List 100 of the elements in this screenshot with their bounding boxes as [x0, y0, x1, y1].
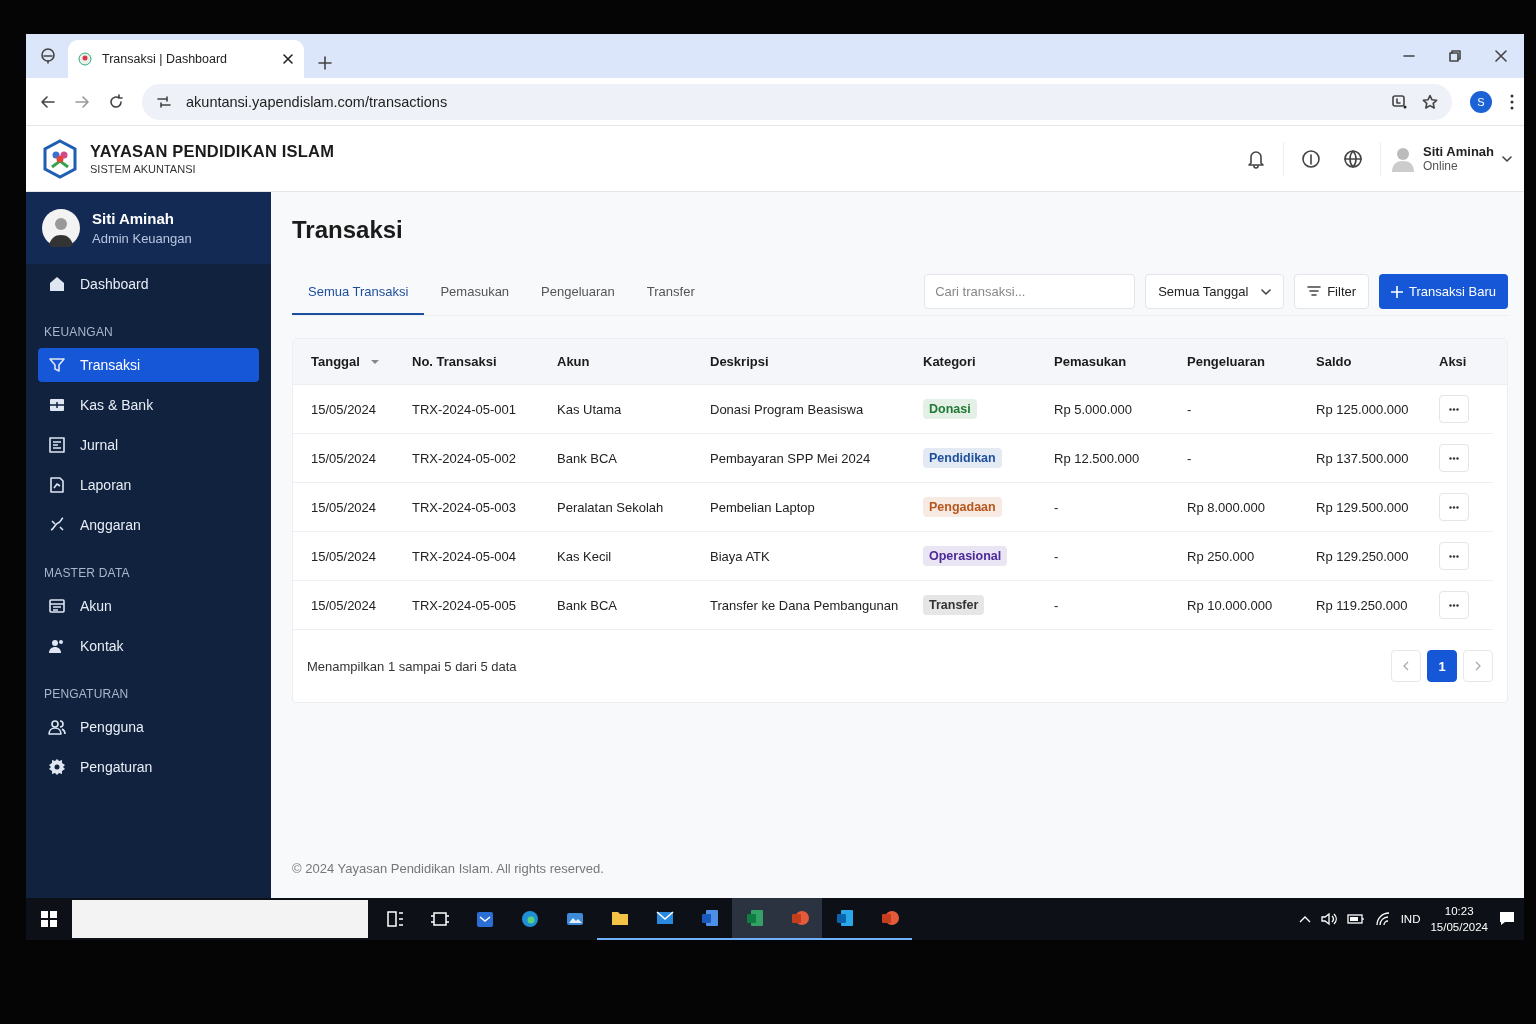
more-icon	[1449, 456, 1459, 460]
table-cell-text: 15/05/2024	[311, 597, 378, 613]
table-cell-text: Kas Kecil	[557, 548, 613, 564]
category-badge: Pengadaan	[923, 497, 1002, 517]
address-bar[interactable]: akuntansi.yapendislam.com/transactions	[142, 83, 1452, 120]
clock-date[interactable]: 15/05/2024	[1430, 921, 1488, 933]
taskbar-app[interactable]	[777, 898, 822, 940]
site-settings-icon[interactable]	[156, 93, 172, 110]
sidebar-item[interactable]: Jurnal	[38, 428, 259, 462]
journal-icon	[48, 436, 66, 454]
date-dropdown[interactable]: Semua Tanggal	[1145, 274, 1285, 309]
menu-icon[interactable]	[1510, 93, 1514, 110]
bell-icon[interactable]	[1246, 148, 1265, 169]
table-cell-text: Transfer ke Dana Pembangunan	[710, 597, 900, 613]
chevron-right-icon	[1475, 661, 1481, 671]
reload-icon[interactable]	[108, 93, 124, 110]
avatar-icon	[42, 209, 80, 247]
column-header: No. Transaksi	[412, 354, 497, 369]
logo-icon	[42, 138, 78, 179]
more-icon	[1449, 407, 1459, 411]
column-header: Kategori	[923, 354, 976, 369]
sidebar-item[interactable]: Kontak	[38, 629, 259, 663]
category-badge: Transfer	[923, 595, 985, 615]
sidebar-item[interactable]: Dashboard	[38, 267, 259, 301]
star-icon[interactable]	[1422, 93, 1438, 110]
battery-icon[interactable]	[1346, 914, 1365, 924]
table-cell-text: Donasi Program Beasiswa	[710, 401, 865, 417]
table-cell-text: Pembelian Laptop	[710, 499, 816, 515]
table-cell-text: 15/05/2024	[311, 401, 378, 417]
tab[interactable]: Transfer	[630, 284, 711, 315]
taskbar-search-field[interactable]	[72, 900, 368, 938]
table-cell-text: TRX-2024-05-001	[412, 401, 518, 417]
table-cell-text: Bank BCA	[557, 597, 618, 613]
task-view-icon	[384, 909, 405, 929]
table-cell-text: Rp 137.500.000	[1316, 450, 1410, 466]
table-cell-text: Peralatan Sekolah	[557, 499, 665, 515]
sidebar-item[interactable]: Transaksi	[38, 348, 259, 382]
column-header: Akun	[557, 354, 590, 369]
back-icon[interactable]	[40, 93, 56, 110]
sidebar-item[interactable]: Kas & Bank	[38, 388, 259, 422]
globe-icon[interactable]	[1343, 149, 1362, 168]
chevron-down-icon[interactable]	[1502, 155, 1512, 162]
table-cell-text: TRX-2024-05-004	[412, 548, 518, 564]
filter-button[interactable]: Filter	[1294, 274, 1370, 309]
sort-icon[interactable]	[369, 358, 380, 365]
sidebar-item[interactable]: Pengaturan	[38, 750, 259, 784]
gear-icon	[48, 758, 66, 776]
page-button[interactable]: 1	[1427, 650, 1457, 682]
search-field[interactable]: Cari transaksi...	[924, 274, 1136, 309]
tab[interactable]: Semua Transaksi	[292, 284, 425, 315]
filter-icon	[48, 356, 66, 374]
profile-avatar[interactable]: S	[1470, 90, 1492, 113]
summary-text: Menampilkan 1 sampai 5 dari 5 data	[307, 658, 517, 674]
browser-tab[interactable]: Transaksi | Dashboard	[68, 40, 304, 78]
tab[interactable]: Pemasukan	[424, 284, 526, 315]
page-title: Transaksi	[292, 216, 404, 244]
account-icon	[48, 597, 66, 615]
sidebar-item[interactable]: Laporan	[38, 468, 259, 502]
sidebar-item[interactable]: Anggaran	[38, 508, 259, 542]
tab-title: Transaksi | Dashboard	[102, 52, 229, 66]
wifi-icon[interactable]	[1374, 912, 1391, 926]
table-cell-text: Rp 8.000.000	[1187, 499, 1267, 515]
table-cell-text: Biaya ATK	[710, 548, 771, 564]
favicon-icon	[78, 52, 92, 66]
user-name: Siti Aminah	[1422, 144, 1494, 159]
taskbar-app[interactable]	[732, 898, 777, 940]
users-icon	[48, 718, 66, 736]
chevron-left-icon	[1403, 661, 1409, 671]
table-cell-text: -	[1187, 450, 1193, 466]
sidebar-item[interactable]: Akun	[38, 589, 259, 623]
close-icon[interactable]	[282, 53, 294, 65]
column-header[interactable]: Tanggal	[311, 354, 360, 369]
tab[interactable]: Pengeluaran	[525, 284, 631, 315]
close-icon[interactable]	[1495, 50, 1507, 62]
more-icon	[1449, 603, 1459, 607]
chevron-up-icon[interactable]	[1298, 915, 1311, 923]
column-header: Pengeluaran	[1187, 354, 1266, 369]
windows-start-icon[interactable]	[41, 911, 57, 927]
sidebar-item[interactable]: Pengguna	[38, 710, 259, 744]
new-tab-icon[interactable]	[318, 56, 332, 70]
contacts-icon	[48, 637, 66, 655]
table-cell-text: TRX-2024-05-002	[412, 450, 518, 466]
restore-icon[interactable]	[1449, 50, 1461, 62]
forward-icon[interactable]	[74, 93, 90, 110]
widgets-icon	[429, 909, 450, 929]
user-avatar-icon	[1390, 145, 1415, 172]
column-header: Deskripsi	[710, 354, 769, 369]
speaker-icon[interactable]	[1320, 912, 1337, 926]
category-badge: Operasional	[923, 546, 1008, 566]
plus-icon	[1391, 285, 1404, 298]
clock-time[interactable]: 10:23	[1444, 905, 1474, 917]
table-cell-text: 15/05/2024	[311, 450, 378, 466]
table-cell-text: -	[1187, 401, 1193, 417]
table-cell-text: Pembayaran SPP Mei 2024	[710, 450, 872, 466]
table-cell-text: Rp 129.250.000	[1316, 548, 1410, 564]
notification-icon[interactable]	[1498, 910, 1516, 928]
language-indicator[interactable]: IND	[1400, 913, 1421, 925]
new-transaction-button[interactable]: Transaksi Baru	[1379, 274, 1508, 309]
table-cell-text: Rp 12.500.000	[1054, 450, 1141, 466]
info-icon[interactable]	[1301, 149, 1320, 168]
